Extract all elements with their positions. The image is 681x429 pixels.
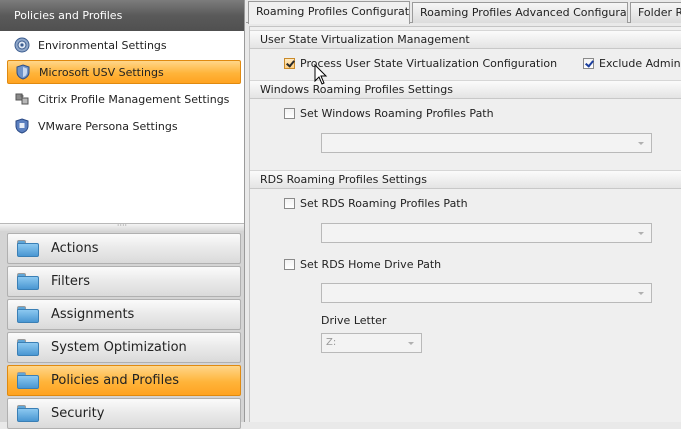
- nav-button-policies-and-profiles[interactable]: Policies and Profiles: [7, 365, 241, 396]
- nav-button-label: Filters: [51, 274, 90, 289]
- set-rds-home-drive-checkbox-row[interactable]: Set RDS Home Drive Path: [284, 258, 441, 271]
- mouse-cursor-icon: [314, 64, 328, 85]
- navigation-pane: Policies and Profiles Environmental Sett…: [0, 0, 245, 429]
- set-rds-path-label: Set RDS Roaming Profiles Path: [300, 197, 468, 210]
- sub-item-label: Citrix Profile Management Settings: [38, 92, 230, 106]
- drive-letter-dropdown[interactable]: Z:: [321, 333, 422, 353]
- set-rds-path-checkbox[interactable]: [284, 198, 295, 209]
- vmware-shield-icon: [14, 118, 30, 134]
- folder-icon: [17, 405, 39, 422]
- rds-home-path-dropdown[interactable]: [321, 283, 652, 303]
- chevron-down-icon: [638, 142, 644, 145]
- process-usv-checkbox[interactable]: [284, 58, 295, 69]
- sub-item-microsoft-usv-settings[interactable]: Microsoft USV Settings: [7, 60, 241, 84]
- folder-icon: [17, 240, 39, 257]
- set-rds-home-drive-checkbox[interactable]: [284, 259, 295, 270]
- tab-folder-redirection[interactable]: Folder Re: [630, 2, 681, 23]
- nav-button-label: Actions: [51, 241, 99, 256]
- nav-button-actions[interactable]: Actions: [7, 233, 241, 264]
- shield-icon: [15, 64, 31, 80]
- rds-path-dropdown[interactable]: [321, 223, 652, 243]
- exclude-admin-label: Exclude Administr: [599, 57, 681, 70]
- tab-roaming-profiles-advanced-configuration[interactable]: Roaming Profiles Advanced Configuration: [412, 2, 628, 23]
- sub-item-label: Microsoft USV Settings: [39, 65, 164, 79]
- sub-item-vmware-persona-settings[interactable]: VMware Persona Settings: [7, 114, 241, 138]
- nav-button-filters[interactable]: Filters: [7, 266, 241, 297]
- drive-letter-value: Z:: [326, 337, 337, 348]
- nav-button-assignments[interactable]: Assignments: [7, 299, 241, 330]
- tab-roaming-profiles-configuration[interactable]: Roaming Profiles Configuration: [248, 1, 410, 24]
- folder-icon: [17, 372, 39, 389]
- chevron-down-icon: [638, 232, 644, 235]
- drive-letter-label: Drive Letter: [321, 314, 387, 327]
- set-windows-path-label: Set Windows Roaming Profiles Path: [300, 107, 494, 120]
- windows-path-dropdown[interactable]: [321, 133, 652, 153]
- set-rds-path-checkbox-row[interactable]: Set RDS Roaming Profiles Path: [284, 197, 468, 210]
- sub-item-label: Environmental Settings: [38, 38, 167, 52]
- tab-strip: Roaming Profiles Configuration Roaming P…: [246, 0, 681, 24]
- exclude-admin-checkbox-row[interactable]: Exclude Administr: [583, 57, 681, 70]
- gear-globe-icon: [14, 37, 30, 53]
- process-usv-label: Process User State Virtualization Config…: [300, 57, 558, 70]
- set-windows-path-checkbox-row[interactable]: Set Windows Roaming Profiles Path: [284, 107, 494, 120]
- nav-button-system-optimization[interactable]: System Optimization: [7, 332, 241, 363]
- puzzle-icon: [14, 91, 30, 107]
- set-windows-path-checkbox[interactable]: [284, 108, 295, 119]
- folder-icon: [17, 339, 39, 356]
- sub-item-citrix-profile-management[interactable]: Citrix Profile Management Settings: [7, 87, 241, 111]
- chevron-down-icon: [638, 292, 644, 295]
- exclude-admin-checkbox[interactable]: [583, 58, 594, 69]
- chevron-down-icon: [408, 342, 414, 345]
- nav-button-area: Actions Filters Assignments System Optim…: [0, 231, 244, 429]
- folder-icon: [17, 306, 39, 323]
- nav-button-label: Policies and Profiles: [51, 373, 180, 388]
- nav-button-security[interactable]: Security: [7, 398, 241, 429]
- section-header-usv: User State Virtualization Management: [250, 30, 681, 49]
- set-rds-home-drive-label: Set RDS Home Drive Path: [300, 258, 442, 271]
- sub-item-label: VMware Persona Settings: [38, 119, 178, 133]
- nav-button-label: Assignments: [51, 307, 135, 322]
- section-header-rds-roaming: RDS Roaming Profiles Settings: [250, 170, 681, 189]
- nav-button-label: System Optimization: [51, 340, 187, 355]
- settings-pane: Roaming Profiles Configuration Roaming P…: [246, 0, 681, 422]
- folder-icon: [17, 273, 39, 290]
- nav-button-label: Security: [51, 406, 105, 421]
- sub-item-environmental-settings[interactable]: Environmental Settings: [7, 33, 241, 57]
- nav-pane-header: Policies and Profiles: [0, 0, 244, 31]
